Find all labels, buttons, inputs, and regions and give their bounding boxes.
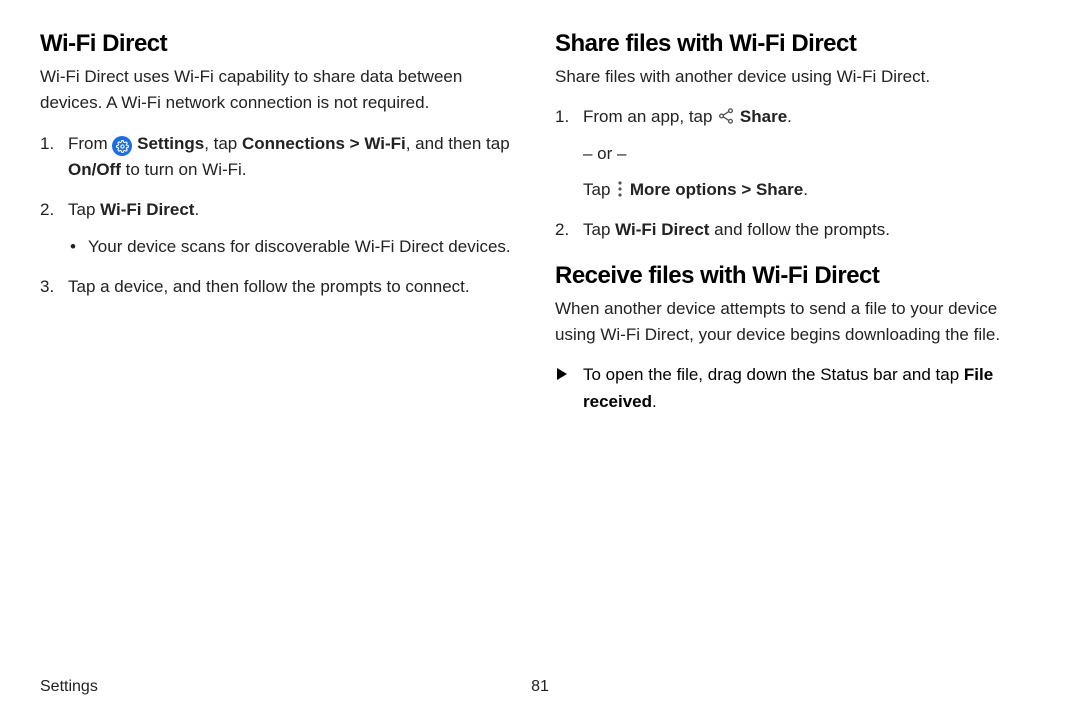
connections-label: Connections bbox=[242, 134, 345, 153]
heading-receive-files: Receive files with Wi-Fi Direct bbox=[555, 262, 1040, 290]
receive-bullet: To open the file, drag down the Status b… bbox=[555, 362, 1040, 415]
step-2: Tap Wi-Fi Direct. Your device scans for … bbox=[40, 197, 525, 260]
wifi-label: Wi-Fi bbox=[364, 134, 405, 153]
more-options-label: More options bbox=[630, 180, 737, 199]
settings-label: Settings bbox=[137, 134, 204, 153]
heading-share-files: Share files with Wi-Fi Direct bbox=[555, 30, 1040, 58]
intro-text: Wi-Fi Direct uses Wi-Fi capability to sh… bbox=[40, 64, 525, 117]
steps-list-share: From an app, tap Share. – or – Tap More … bbox=[555, 104, 1040, 243]
more-options-icon bbox=[615, 180, 625, 198]
onoff-label: On/Off bbox=[68, 160, 121, 179]
wifi-direct-label-2: Wi-Fi Direct bbox=[615, 220, 709, 239]
or-separator: – or – bbox=[583, 141, 1040, 167]
share-label-2: Share bbox=[756, 180, 803, 199]
step-3: Tap a device, and then follow the prompt… bbox=[40, 274, 525, 300]
steps-list-left: From Settings, tap Connections > Wi-Fi, … bbox=[40, 131, 525, 301]
wifi-direct-label: Wi-Fi Direct bbox=[100, 200, 194, 219]
share-step-1: From an app, tap Share. – or – Tap More … bbox=[555, 104, 1040, 203]
settings-icon bbox=[112, 136, 132, 156]
left-column: Wi-Fi Direct Wi-Fi Direct uses Wi-Fi cap… bbox=[40, 30, 525, 415]
sub-bullet: Your device scans for discoverable Wi-Fi… bbox=[68, 234, 525, 260]
step-1: From Settings, tap Connections > Wi-Fi, … bbox=[40, 131, 525, 184]
alt-tap-line: Tap More options > Share. bbox=[583, 177, 1040, 203]
right-column: Share files with Wi-Fi Direct Share file… bbox=[555, 30, 1040, 415]
share-step-2: Tap Wi-Fi Direct and follow the prompts. bbox=[555, 217, 1040, 243]
page-footer: Settings 81 bbox=[40, 678, 1040, 696]
intro-share: Share files with another device using Wi… bbox=[555, 64, 1040, 90]
share-icon bbox=[717, 107, 735, 125]
share-label: Share bbox=[740, 107, 787, 126]
footer-page-number: 81 bbox=[531, 678, 549, 696]
heading-wifi-direct: Wi-Fi Direct bbox=[40, 30, 525, 58]
intro-receive: When another device attempts to send a f… bbox=[555, 296, 1040, 349]
